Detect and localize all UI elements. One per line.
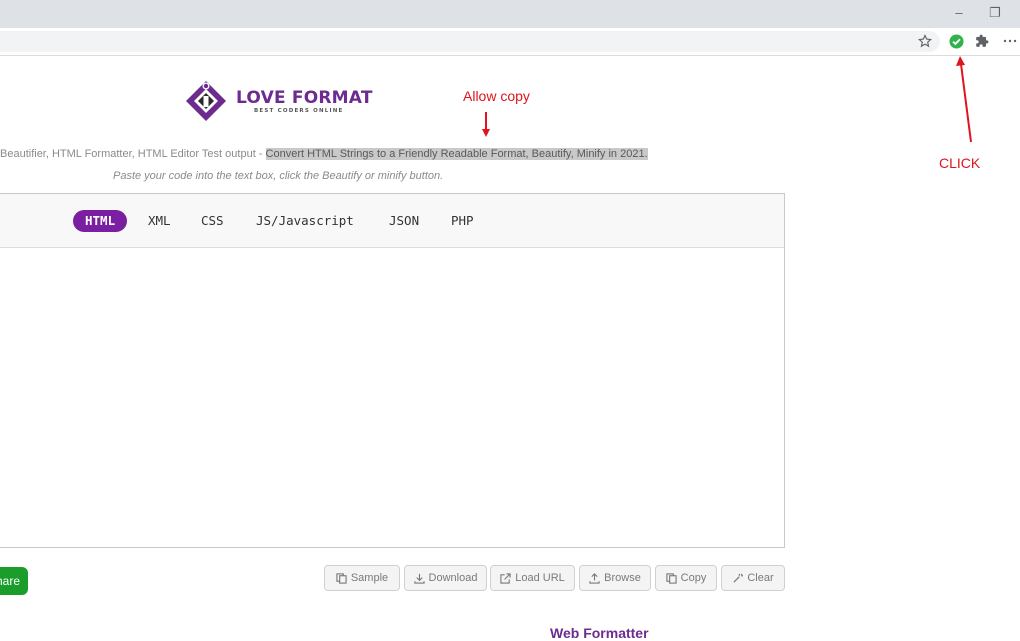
tab-js[interactable]: JS/Javascript <box>256 210 354 232</box>
download-icon <box>413 573 425 584</box>
logo-tagline: BEST CODERS ONLINE <box>254 108 344 114</box>
code-editor: HTML XML CSS JS/Javascript JSON PHP <box>0 193 785 548</box>
copy-button[interactable]: Copy <box>655 565 717 591</box>
instructions-text: Paste your code into the text box, click… <box>113 170 444 182</box>
browser-title-bar: – ❐ <box>0 0 1020 28</box>
arrow-to-extension <box>956 56 972 143</box>
web-formatter-heading: Web Formatter <box>550 625 649 641</box>
sample-button[interactable]: Sample <box>324 565 400 591</box>
description-highlight: Convert HTML Strings to a Friendly Reada… <box>265 148 648 160</box>
load-url-button[interactable]: Load URL <box>490 565 575 591</box>
upload-icon <box>589 572 600 584</box>
extension-check-icon[interactable] <box>947 32 965 50</box>
clear-label: Clear <box>747 572 774 584</box>
code-textarea[interactable] <box>0 248 784 547</box>
minimize-button[interactable]: – <box>948 4 970 22</box>
share-button[interactable]: hare <box>0 567 28 595</box>
page-description: Beautifier, HTML Formatter, HTML Editor … <box>0 146 648 162</box>
restore-button[interactable]: ❐ <box>984 4 1006 22</box>
magic-wand-icon <box>733 572 744 583</box>
tab-html[interactable]: HTML <box>73 210 128 232</box>
puzzle-icon[interactable] <box>973 32 991 50</box>
tab-css[interactable]: CSS <box>201 210 224 232</box>
annotation-click: CLICK <box>939 155 981 171</box>
menu-icon[interactable] <box>1001 32 1019 50</box>
address-bar[interactable] <box>0 31 940 52</box>
site-logo[interactable]: LOVE FORMAT BEST CODERS ONLINE <box>184 79 384 123</box>
external-link-icon <box>500 572 511 584</box>
browse-button[interactable]: Browse <box>579 565 651 591</box>
download-label: Download <box>428 572 478 584</box>
star-icon[interactable] <box>916 32 934 50</box>
browser-toolbar <box>0 28 1020 56</box>
language-tab-bar: HTML XML CSS JS/Javascript JSON PHP <box>0 194 784 248</box>
arrow-to-highlight <box>482 112 490 137</box>
sample-label: Sample <box>350 572 389 584</box>
browse-label: Browse <box>604 572 641 584</box>
logo-diamond-icon <box>186 81 226 121</box>
annotation-allow-copy: Allow copy <box>463 88 530 104</box>
tab-json[interactable]: JSON <box>389 210 419 232</box>
tab-php[interactable]: PHP <box>451 210 474 232</box>
load-url-label: Load URL <box>515 572 565 584</box>
description-prefix: Beautifier, HTML Formatter, HTML Editor … <box>0 148 266 160</box>
logo-name: LOVE FORMAT <box>236 88 373 108</box>
tab-xml[interactable]: XML <box>148 210 171 232</box>
copy-icon <box>666 572 677 584</box>
copy-doc-icon <box>336 572 347 584</box>
copy-label: Copy <box>680 572 707 584</box>
download-button[interactable]: Download <box>404 565 487 591</box>
clear-button[interactable]: Clear <box>721 565 785 591</box>
